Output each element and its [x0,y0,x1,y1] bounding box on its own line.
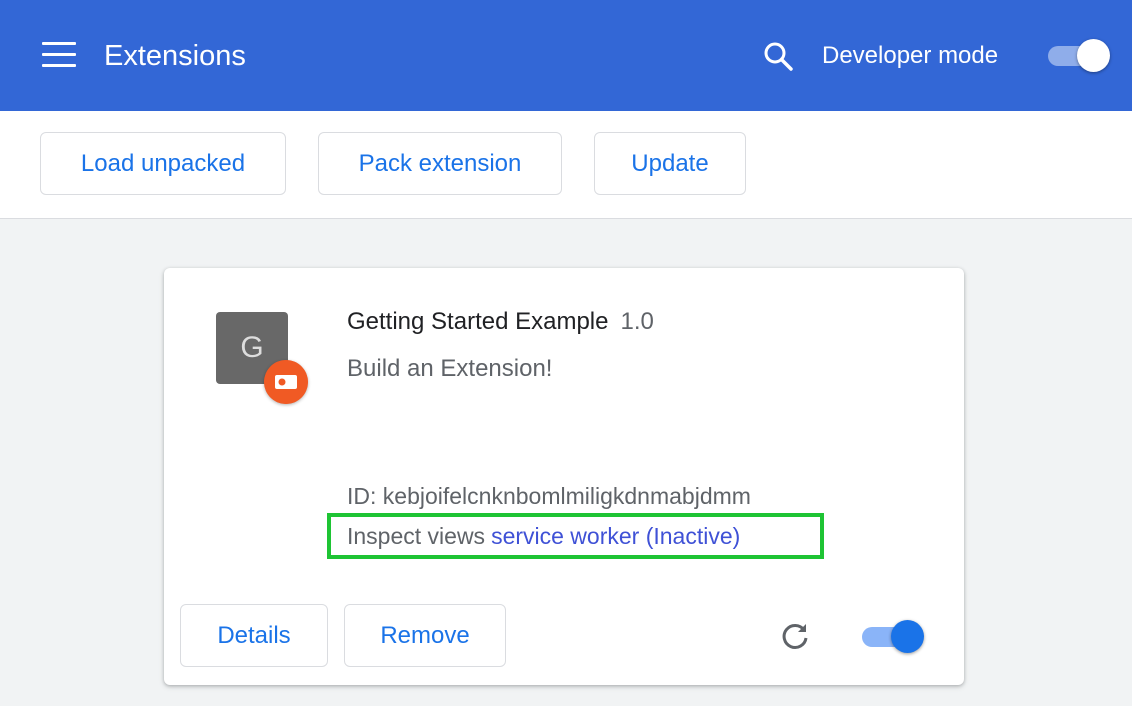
remove-button[interactable]: Remove [344,604,506,667]
service-worker-link[interactable]: service worker (Inactive) [491,523,740,549]
extension-name-row: Getting Started Example 1.0 [347,308,654,336]
extension-name: Getting Started Example [347,308,609,335]
update-button[interactable]: Update [594,132,746,195]
extension-card: G Getting Started Example 1.0 Build an Ex… [164,268,964,685]
page-title: Extensions [104,40,246,72]
inspect-views-highlight: Inspect views service worker (Inactive) [327,513,824,559]
extension-icon-letter: G [240,331,264,364]
app-header: Extensions Developer mode [0,0,1132,111]
details-button[interactable]: Details [180,604,328,667]
developer-mode-toggle[interactable] [1048,37,1110,73]
toolbar: Load unpacked Pack extension Update [0,111,1132,219]
load-unpacked-button[interactable]: Load unpacked [40,132,286,195]
developer-mode-label: Developer mode [822,42,999,69]
extension-id: ID: kebjoifelcnknbomlmiligkdnmabjdmm [347,483,751,509]
pack-extension-button[interactable]: Pack extension [318,132,562,195]
extension-enable-toggle[interactable] [862,618,924,654]
menu-icon[interactable] [42,42,76,68]
unpacked-badge-icon [264,360,308,404]
extension-description: Build an Extension! [347,355,553,382]
inspect-views-label: Inspect views [347,523,486,549]
search-icon[interactable] [762,40,794,72]
extension-version: 1.0 [620,308,654,335]
reload-icon[interactable] [778,619,812,653]
